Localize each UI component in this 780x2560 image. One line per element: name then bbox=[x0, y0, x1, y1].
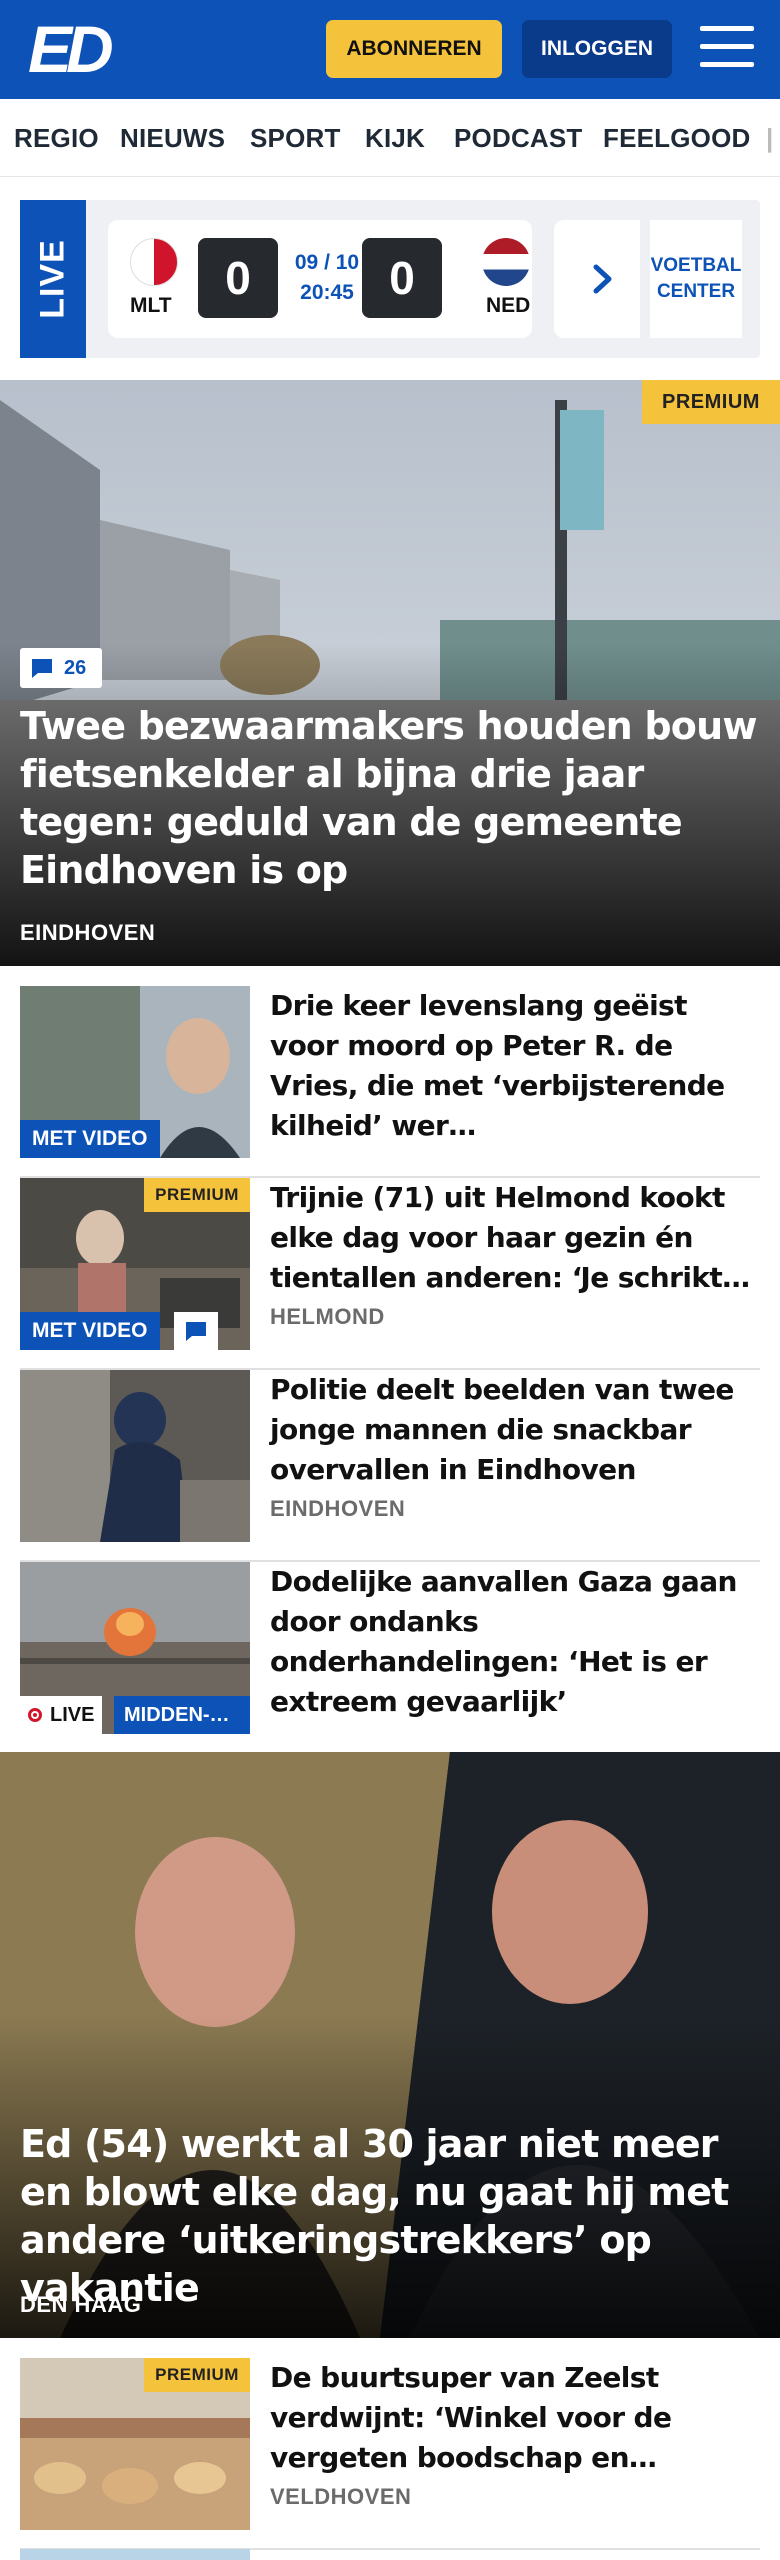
hero-article[interactable]: PREMIUM 26 Twee bezwaarmakers houden bou… bbox=[0, 380, 780, 966]
region-label: MIDDEN-… bbox=[114, 1696, 250, 1734]
nav-item-regio[interactable]: REGIO bbox=[14, 123, 99, 154]
article-title[interactable]: De buurtsuper van Zeelst verdwijnt: ‘Win… bbox=[270, 2358, 760, 2478]
list-item[interactable]: Politie deelt beelden van twee jonge man… bbox=[20, 1370, 760, 1562]
premium-badge: PREMIUM bbox=[642, 380, 780, 424]
article-thumbnail: LIVE MIDDEN-… bbox=[20, 1562, 250, 1734]
logo-text: ED bbox=[28, 12, 114, 86]
login-button[interactable]: INLOGGEN bbox=[522, 20, 672, 78]
chevron-right-icon[interactable] bbox=[578, 254, 628, 304]
article-thumbnail: PREMIUM bbox=[20, 2358, 250, 2530]
article-location: HELMOND bbox=[270, 1304, 385, 1329]
live-badge-label: LIVE bbox=[50, 1703, 95, 1726]
list-item[interactable]: LIVE MIDDEN-… Dodelijke aanvallen Gaza g… bbox=[20, 1562, 760, 1754]
home-score: 0 bbox=[198, 238, 278, 318]
away-score: 0 bbox=[362, 238, 442, 318]
nav-item-podcast[interactable]: PODCAST bbox=[454, 123, 583, 154]
comment-icon bbox=[174, 1312, 218, 1350]
video-label: MET VIDEO bbox=[20, 1120, 160, 1158]
section-nav: REGIO NIEUWS SPORT KIJK PODCAST FEELGOOD… bbox=[0, 99, 780, 177]
site-logo[interactable]: ED bbox=[28, 16, 116, 82]
article-title[interactable]: Drie keer levenslang geëist voor moord o… bbox=[270, 986, 760, 1146]
voetbal-center-button[interactable]: VOETBAL CENTER bbox=[640, 220, 742, 338]
match-date: 09 / 10 bbox=[294, 251, 360, 274]
away-team: NED bbox=[486, 294, 531, 317]
premium-badge: PREMIUM bbox=[144, 2358, 250, 2392]
article-title[interactable]: Dodelijke aanvallen Gaza gaan door ondan… bbox=[270, 1562, 760, 1722]
match-card[interactable]: MLT 0 09 / 10 20:45 0 NED bbox=[108, 220, 532, 338]
live-score-widget: LIVE MLT 0 09 / 10 20:45 0 NED VOETBAL CE… bbox=[20, 200, 760, 358]
comment-icon bbox=[32, 659, 52, 678]
nav-item-kijk[interactable]: KIJK bbox=[365, 123, 425, 154]
list-item[interactable]: PREMIUM MET VIDEO Trijnie (71) uit Helmo… bbox=[20, 1178, 760, 1370]
live-badge: LIVE bbox=[20, 1696, 103, 1734]
home-team: MLT bbox=[130, 294, 172, 317]
article-location: VELDHOVEN bbox=[270, 2484, 412, 2509]
nav-item-nieuws[interactable]: NIEUWS bbox=[120, 123, 225, 154]
article-title[interactable]: Politie deelt beelden van twee jonge man… bbox=[270, 1370, 760, 1490]
comment-count-badge[interactable]: 26 bbox=[20, 648, 102, 688]
article-thumbnail: PREMIUM MET VIDEO bbox=[20, 1178, 250, 1350]
subscribe-button[interactable]: ABONNEREN bbox=[326, 20, 502, 78]
live-label: LIVE bbox=[20, 200, 86, 358]
voetbal-center-label: VOETBAL bbox=[650, 255, 742, 276]
nav-overflow-item: | bbox=[766, 123, 774, 153]
next-article-peek bbox=[20, 2548, 760, 2560]
hamburger-menu-icon[interactable] bbox=[700, 26, 754, 72]
article-title[interactable]: Trijnie (71) uit Helmond kookt elke dag … bbox=[270, 1178, 760, 1298]
malta-flag-icon bbox=[130, 238, 178, 286]
article-thumbnail: MET VIDEO bbox=[20, 986, 250, 1158]
next-article-image bbox=[20, 2549, 250, 2560]
site-header: ED ABONNEREN INLOGGEN bbox=[0, 0, 780, 99]
comment-count: 26 bbox=[64, 656, 87, 679]
article-location: EINDHOVEN bbox=[270, 1496, 406, 1521]
match-datetime: 09 / 10 20:45 bbox=[286, 248, 368, 308]
nav-item-sport[interactable]: SPORT bbox=[250, 123, 341, 154]
live-navigation: VOETBAL CENTER bbox=[554, 220, 742, 338]
premium-badge: PREMIUM bbox=[144, 1178, 250, 1212]
hero-location: EINDHOVEN bbox=[20, 920, 156, 945]
live-dot-icon bbox=[28, 1708, 42, 1722]
article-image bbox=[20, 1370, 250, 1542]
featured-article[interactable]: Ed (54) werkt al 30 jaar niet meer en bl… bbox=[0, 1752, 780, 2338]
list-item[interactable]: MET VIDEO Drie keer levenslang geëist vo… bbox=[20, 986, 760, 1178]
match-time: 20:45 bbox=[300, 281, 354, 304]
hero-title[interactable]: Twee bezwaarmakers houden bouw fietsenke… bbox=[20, 702, 760, 894]
article-thumbnail bbox=[20, 1370, 250, 1542]
video-label: MET VIDEO bbox=[20, 1312, 160, 1350]
nav-item-feelgood[interactable]: FEELGOOD bbox=[603, 123, 751, 154]
featured-location: DEN HAAG bbox=[20, 2292, 142, 2317]
featured-title[interactable]: Ed (54) werkt al 30 jaar niet meer en bl… bbox=[20, 2120, 770, 2312]
netherlands-flag-icon bbox=[482, 238, 530, 286]
voetbal-center-label-2: CENTER bbox=[656, 281, 736, 302]
list-item[interactable]: PREMIUM De buurtsuper van Zeelst verdwij… bbox=[20, 2358, 760, 2550]
